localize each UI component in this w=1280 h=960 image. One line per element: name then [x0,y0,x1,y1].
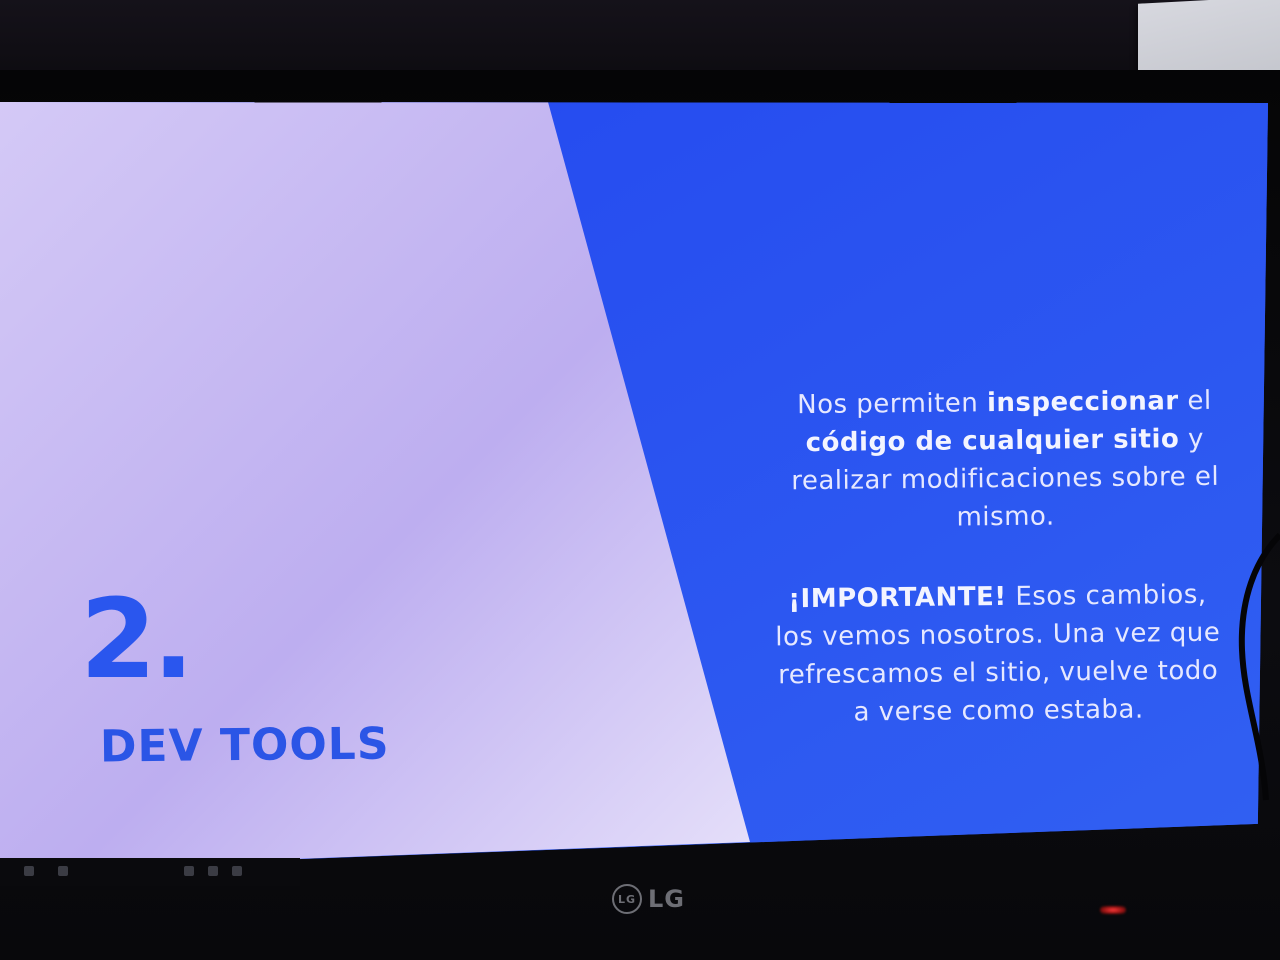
photo-scene: 2. DEV TOOLS Nos permiten inspeccionar e… [0,0,1280,960]
slide-paragraph-2: ¡IMPORTANTE! Esos cambios, los vemos nos… [767,576,1229,733]
paragraph1-bold-inspect: inspeccionar [986,386,1179,419]
brand-circle-icon: LG [612,884,642,914]
paragraph1-text: Nos permiten [797,388,988,421]
monitor-brand-logo: LG LG [612,884,685,914]
taskbar-app-icon[interactable] [58,866,68,876]
taskbar [0,858,300,886]
brand-name: LG [648,885,685,913]
paragraph1-bold-code: código de cualquier sitio [805,424,1180,459]
power-led-icon [1100,906,1126,914]
slide-title: DEV TOOLS [99,718,390,773]
slide-number: 2. [80,575,194,703]
settings-icon[interactable] [232,866,242,876]
paragraph1-text: el [1178,385,1212,417]
slide-paragraph-1: Nos permiten inspeccionar el código de c… [769,382,1241,539]
important-label: ¡IMPORTANTE! [788,581,1007,615]
tray-icon[interactable] [184,866,194,876]
monitor-screen: 2. DEV TOOLS Nos permiten inspeccionar e… [0,102,1268,870]
start-icon[interactable] [24,866,34,876]
tray-icon[interactable] [208,866,218,876]
